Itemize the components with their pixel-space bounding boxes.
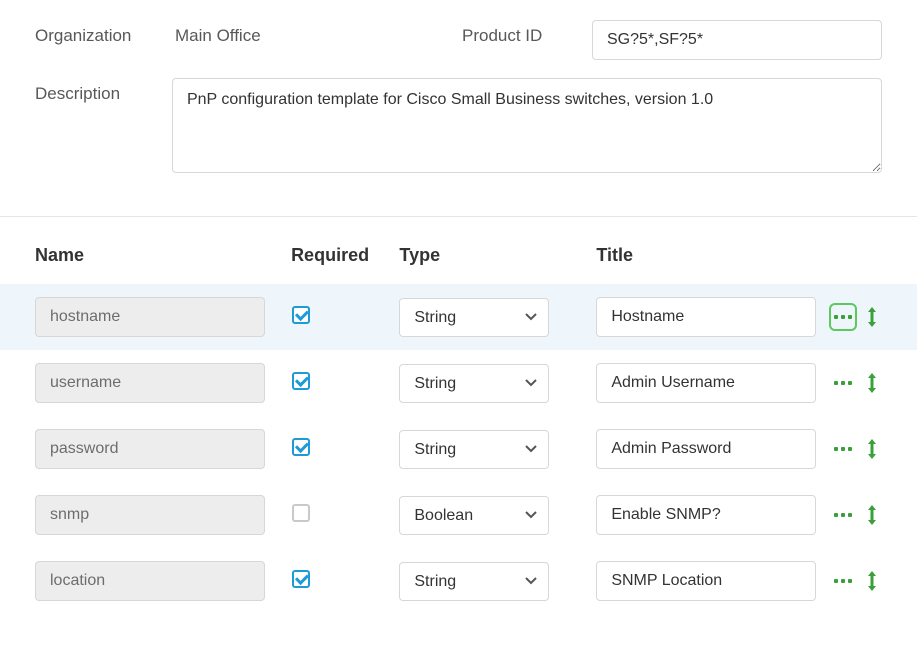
ellipsis-icon (834, 315, 852, 319)
column-header-title: Title (596, 245, 823, 266)
description-textarea[interactable] (172, 78, 882, 173)
param-title-input[interactable] (596, 297, 816, 337)
type-select[interactable]: StringBoolean (399, 496, 549, 535)
more-options-button[interactable] (829, 435, 857, 463)
column-header-name: Name (35, 245, 291, 266)
required-checkbox[interactable] (292, 504, 310, 522)
product-id-input[interactable] (592, 20, 882, 60)
type-select[interactable]: StringBoolean (399, 430, 549, 469)
description-label: Description (35, 78, 172, 104)
drag-handle-icon[interactable] (865, 371, 879, 395)
drag-handle-icon[interactable] (865, 503, 879, 527)
ellipsis-icon (834, 381, 852, 385)
more-options-button[interactable] (829, 369, 857, 397)
drag-handle-icon[interactable] (865, 305, 879, 329)
more-options-button[interactable] (829, 303, 857, 331)
param-name-input[interactable] (35, 363, 265, 403)
table-row: StringBoolean (35, 482, 882, 548)
required-checkbox[interactable] (292, 438, 310, 456)
table-header-row: Name Required Type Title (35, 217, 882, 284)
type-select[interactable]: StringBoolean (399, 562, 549, 601)
drag-handle-icon[interactable] (865, 569, 879, 593)
column-header-required: Required (291, 245, 399, 266)
drag-handle-icon[interactable] (865, 437, 879, 461)
type-select[interactable]: StringBoolean (399, 298, 549, 337)
table-row: StringBoolean (35, 416, 882, 482)
ellipsis-icon (834, 447, 852, 451)
more-options-button[interactable] (829, 501, 857, 529)
type-select[interactable]: StringBoolean (399, 364, 549, 403)
param-name-input[interactable] (35, 495, 265, 535)
ellipsis-icon (834, 513, 852, 517)
required-checkbox[interactable] (292, 570, 310, 588)
table-row: StringBoolean (35, 548, 882, 614)
required-checkbox[interactable] (292, 306, 310, 324)
param-title-input[interactable] (596, 363, 816, 403)
table-row: StringBoolean (0, 284, 917, 350)
param-name-input[interactable] (35, 429, 265, 469)
required-checkbox[interactable] (292, 372, 310, 390)
more-options-button[interactable] (829, 567, 857, 595)
product-id-label: Product ID (462, 20, 592, 46)
table-row: StringBoolean (35, 350, 882, 416)
param-name-input[interactable] (35, 297, 265, 337)
ellipsis-icon (834, 579, 852, 583)
column-header-type: Type (399, 245, 596, 266)
param-name-input[interactable] (35, 561, 265, 601)
organization-label: Organization (35, 20, 175, 46)
organization-value: Main Office (175, 20, 261, 46)
param-title-input[interactable] (596, 561, 816, 601)
param-title-input[interactable] (596, 495, 816, 535)
param-title-input[interactable] (596, 429, 816, 469)
